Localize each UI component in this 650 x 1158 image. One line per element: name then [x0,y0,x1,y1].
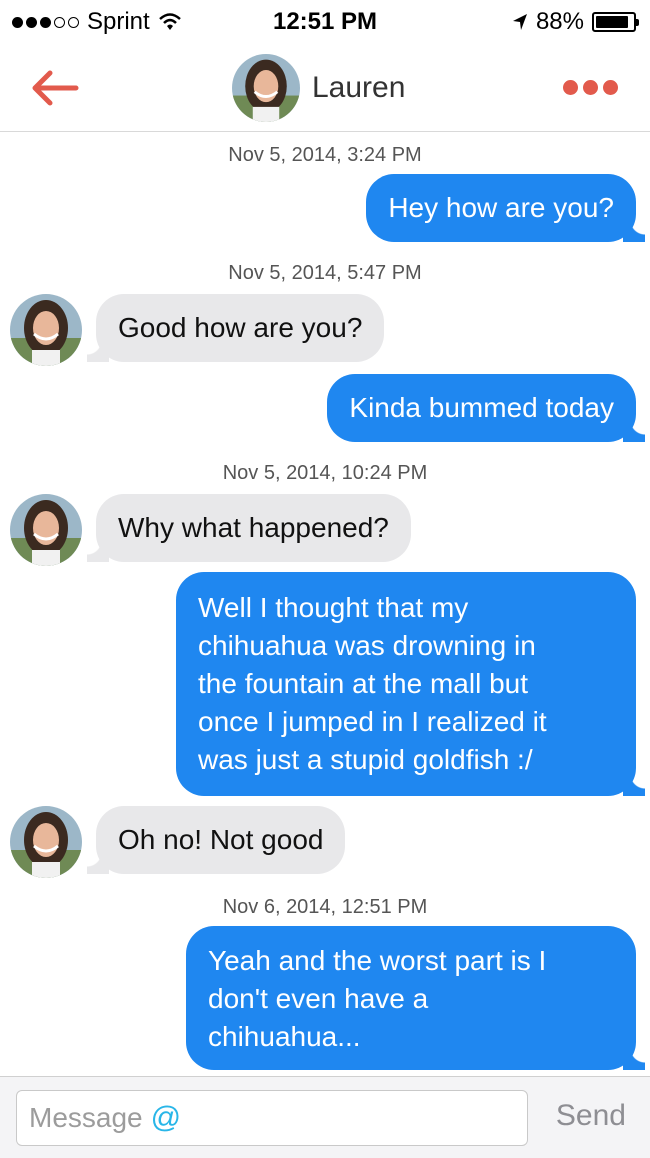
sender-avatar[interactable] [10,806,82,878]
timestamp: Nov 5, 2014, 5:47 PM [228,262,422,284]
outgoing-message[interactable]: Kinda bummed today [327,374,645,442]
message-text: Kinda bummed today [349,392,614,423]
status-bar: Sprint 12:51 PM 88% [0,0,650,44]
message-text: Yeah and the worst part is I don't even … [208,945,547,1052]
message-text: Good how are you? [118,312,363,343]
timestamp: Nov 5, 2014, 10:24 PM [222,462,428,484]
more-dot [603,80,618,95]
incoming-message[interactable]: Why what happened? [87,494,411,562]
message-text: Well I thought that my chihuahua was dro… [198,592,547,775]
message-composer: Message @ Send [0,1076,650,1158]
message-text: Oh no! Not good [118,824,324,855]
message-placeholder: Message [29,1102,143,1133]
timestamp: Nov 6, 2014, 12:51 PM [222,896,428,918]
battery-fill [596,16,628,28]
more-dot [563,80,578,95]
message-text: Why what happened? [118,512,389,543]
contact-header[interactable]: Lauren [232,54,405,122]
more-options-button[interactable] [563,80,618,95]
incoming-message[interactable]: Good how are you? [86,294,385,362]
back-button[interactable] [28,66,84,110]
message-text: Hey how are you? [388,192,614,223]
more-dot [583,80,598,95]
outgoing-message[interactable]: Well I thought that my chihuahua was dro… [176,572,645,796]
outgoing-message[interactable]: Hey how are you? [366,174,645,242]
sender-avatar[interactable] [10,494,82,566]
message-input[interactable]: Message @ [16,1090,528,1146]
location-arrow-icon [512,14,527,30]
contact-avatar[interactable] [232,54,300,122]
status-right: 88% [512,8,639,36]
outgoing-message[interactable]: Yeah and the worst part is I don't even … [186,926,645,1070]
sender-avatar[interactable] [10,294,82,366]
arrow-left-icon [32,70,79,106]
incoming-message[interactable]: Oh no! Not good [86,806,346,874]
battery-icon [592,12,639,32]
timestamp: Nov 5, 2014, 3:24 PM [228,144,422,166]
battery-percent: 88% [535,8,584,35]
contact-name: Lauren [312,71,406,104]
mention-icon[interactable]: @ [151,1101,181,1135]
chat-header: Lauren [0,44,650,132]
send-button[interactable]: Send [556,1099,626,1133]
